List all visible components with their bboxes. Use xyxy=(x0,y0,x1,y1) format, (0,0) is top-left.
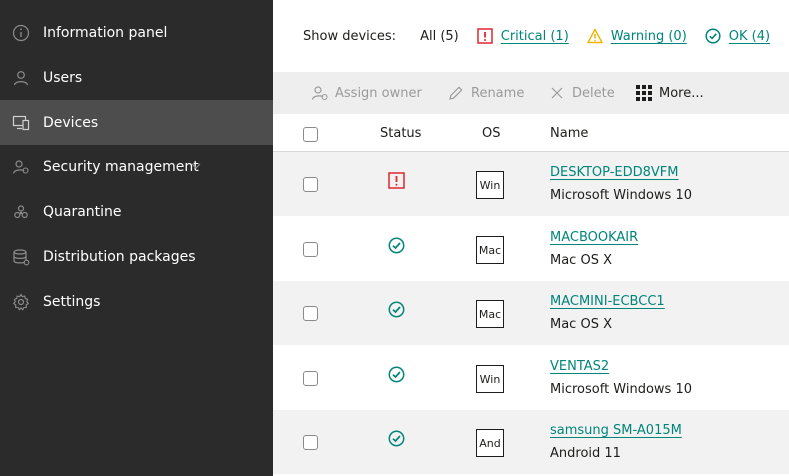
column-header-os[interactable]: OS xyxy=(482,126,500,141)
sidebar-item-label: Information panel xyxy=(43,24,168,41)
packages-icon xyxy=(12,248,30,266)
assign-owner-icon xyxy=(311,86,328,101)
delete-label: Delete xyxy=(572,85,615,101)
sidebar-item-label: Quarantine xyxy=(43,203,122,220)
close-icon xyxy=(551,87,563,99)
gear-icon xyxy=(12,292,30,311)
device-name-link[interactable]: MACMINI-ECBCC1 xyxy=(550,294,665,309)
sidebar-item-distribution-packages[interactable]: Distribution packages xyxy=(0,234,273,279)
filter-warning-link[interactable]: Warning (0) xyxy=(587,28,687,44)
os-badge: Win xyxy=(476,171,504,199)
device-os-name: Mac OS X xyxy=(550,317,612,332)
sidebar-item-security-management[interactable]: Security management xyxy=(0,144,273,189)
table-row[interactable]: Win VENTAS2 Microsoft Windows 10 xyxy=(273,346,789,410)
rename-label: Rename xyxy=(471,85,525,101)
sidebar-item-label: Security management xyxy=(43,158,199,175)
table-row[interactable]: Win DESKTOP-EDD8VFM Microsoft Windows 10 xyxy=(273,152,789,216)
filter-warning-label: Warning (0) xyxy=(610,28,687,44)
sidebar-item-quarantine[interactable]: Quarantine xyxy=(0,189,273,234)
column-header-status[interactable]: Status xyxy=(380,126,421,141)
more-button[interactable]: More... xyxy=(635,84,704,102)
select-all-checkbox[interactable] xyxy=(303,127,318,142)
sidebar-item-label: Distribution packages xyxy=(43,248,196,265)
sidebar-item-information-panel[interactable]: Information panel xyxy=(0,10,273,55)
os-badge: And xyxy=(476,429,504,457)
table-header: Status OS Name xyxy=(273,114,789,152)
chevron-down-icon[interactable] xyxy=(190,160,202,172)
rename-button[interactable]: Rename xyxy=(447,84,524,102)
quarantine-icon xyxy=(12,203,30,221)
table-row[interactable]: And samsung SM-A015M Android 11 xyxy=(273,410,789,474)
sidebar-item-label: Users xyxy=(43,69,83,86)
filter-ok-label: OK (4) xyxy=(728,28,771,44)
filter-all: All (5) xyxy=(420,28,459,44)
row-checkbox[interactable] xyxy=(303,306,318,321)
assign-owner-label: Assign owner xyxy=(335,85,422,101)
critical-icon xyxy=(388,172,405,189)
security-icon xyxy=(12,158,30,176)
filter-critical-link[interactable]: Critical (1) xyxy=(477,28,569,44)
delete-button[interactable]: Delete xyxy=(548,84,615,102)
warning-icon xyxy=(587,28,603,44)
filter-critical-label: Critical (1) xyxy=(500,28,569,44)
ok-icon xyxy=(388,237,405,254)
filter-ok-link[interactable]: OK (4) xyxy=(705,28,770,44)
user-icon xyxy=(12,69,30,87)
os-badge: Win xyxy=(476,365,504,393)
os-badge: Mac xyxy=(476,300,504,328)
device-filter-bar: Show devices: All (5) Critical (1) Warni… xyxy=(303,24,788,48)
sidebar: Information panel Users Devices Security… xyxy=(0,0,273,476)
device-name-link[interactable]: MACBOOKAIR xyxy=(550,230,638,245)
info-icon xyxy=(12,24,30,42)
grid-icon xyxy=(636,85,652,101)
device-name-link[interactable]: VENTAS2 xyxy=(550,359,609,374)
assign-owner-button[interactable]: Assign owner xyxy=(311,84,422,102)
sidebar-item-label: Settings xyxy=(43,293,101,310)
column-header-name[interactable]: Name xyxy=(550,126,588,141)
row-checkbox[interactable] xyxy=(303,371,318,386)
table-row[interactable]: Mac MACBOOKAIR Mac OS X xyxy=(273,217,789,281)
more-label: More... xyxy=(659,85,704,101)
sidebar-item-settings[interactable]: Settings xyxy=(0,279,273,324)
row-checkbox[interactable] xyxy=(303,435,318,450)
ok-icon xyxy=(705,28,721,44)
ok-icon xyxy=(388,301,405,318)
device-os-name: Microsoft Windows 10 xyxy=(550,382,692,397)
os-badge: Mac xyxy=(476,236,504,264)
device-name-link[interactable]: DESKTOP-EDD8VFM xyxy=(550,165,679,180)
row-checkbox[interactable] xyxy=(303,177,318,192)
pencil-icon xyxy=(449,86,463,100)
critical-icon xyxy=(477,28,493,44)
row-checkbox[interactable] xyxy=(303,242,318,257)
sidebar-item-devices[interactable]: Devices xyxy=(0,100,273,145)
ok-icon xyxy=(388,366,405,383)
sidebar-item-users[interactable]: Users xyxy=(0,55,273,100)
filter-title: Show devices: xyxy=(303,28,397,44)
sidebar-item-label: Devices xyxy=(43,114,99,131)
ok-icon xyxy=(388,430,405,447)
device-name-link[interactable]: samsung SM-A015M xyxy=(550,423,682,438)
devices-icon xyxy=(12,114,30,132)
toolbar: Assign owner Rename Delete More... xyxy=(273,72,789,114)
main-content: Show devices: All (5) Critical (1) Warni… xyxy=(273,0,789,476)
device-os-name: Android 11 xyxy=(550,446,621,461)
scrolled-header-links xyxy=(430,0,760,2)
device-os-name: Microsoft Windows 10 xyxy=(550,188,692,203)
device-os-name: Mac OS X xyxy=(550,253,612,268)
table-row[interactable]: Mac MACMINI-ECBCC1 Mac OS X xyxy=(273,281,789,345)
